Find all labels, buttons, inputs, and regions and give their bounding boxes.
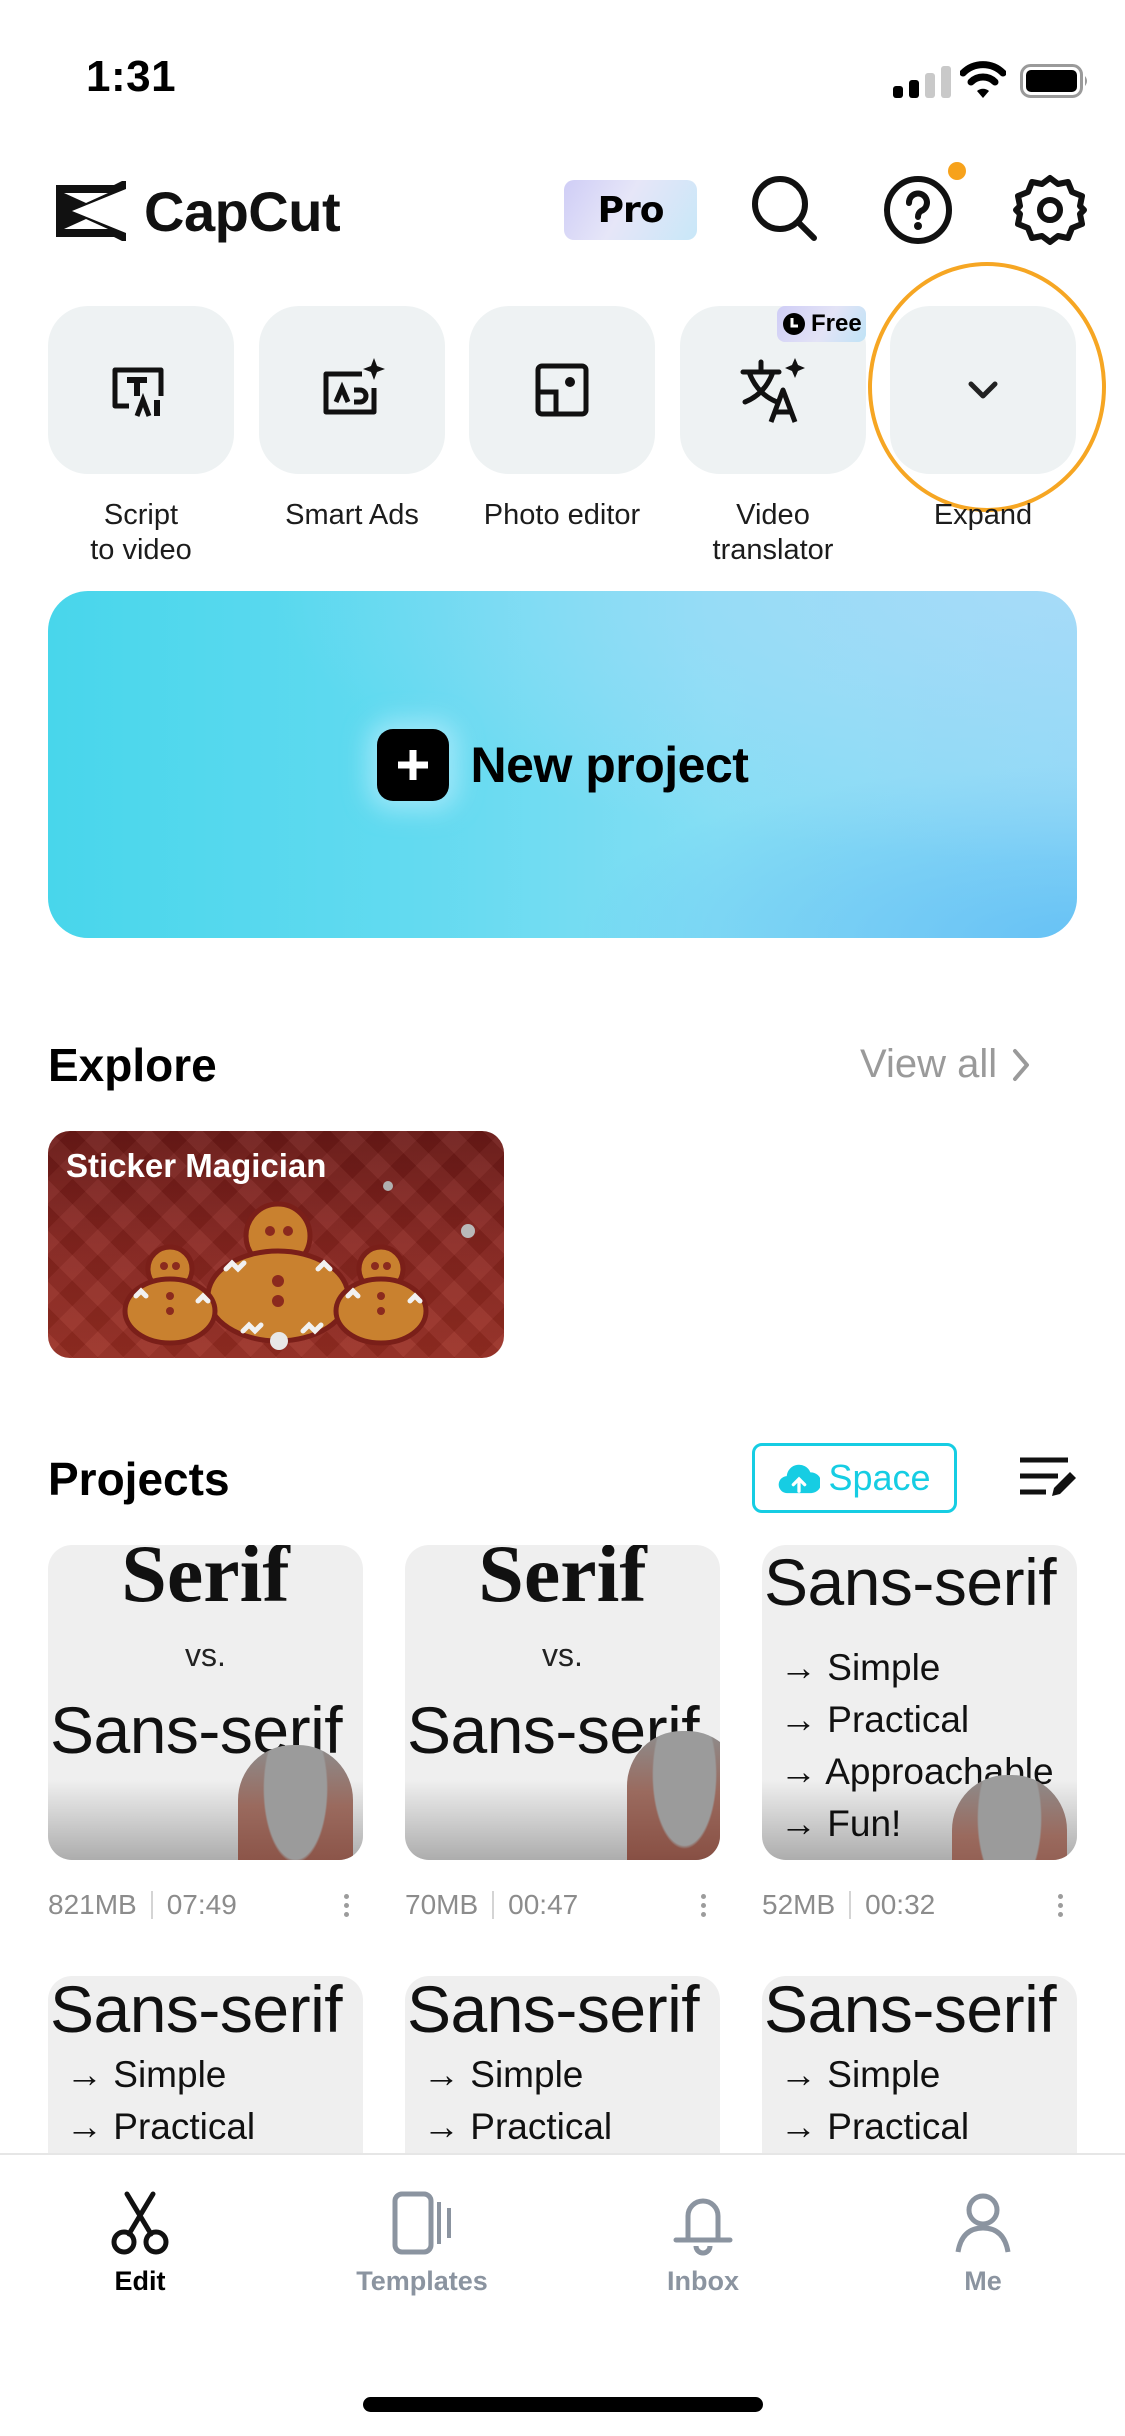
nav-label-edit: Edit: [114, 2266, 166, 2296]
tool-label-smart-ads: Smart Ads: [285, 499, 419, 531]
space-button[interactable]: Space: [752, 1443, 957, 1513]
search-button[interactable]: [748, 172, 824, 248]
thumb-text: Serif: [478, 1545, 647, 1619]
clock-icon: [783, 313, 805, 335]
wifi-icon: [960, 61, 1006, 98]
thumb-text: vs.: [542, 1637, 583, 1673]
settings-gear-icon: [1013, 175, 1087, 245]
tool-label-video-translator: Video translator: [712, 499, 834, 566]
free-badge: Free: [777, 306, 866, 342]
person-icon: [955, 2193, 1011, 2253]
script-ai-icon: [112, 367, 164, 417]
project-size: 821MB: [48, 1889, 137, 1920]
thumb-text: → Simple: [66, 2054, 227, 2095]
project-meta: 52MB 00:32: [762, 1883, 1077, 1927]
project-meta: 821MB 07:49: [48, 1883, 363, 1927]
project-card[interactable]: Serif vs. Sans-serif: [48, 1545, 363, 1860]
nav-tab-me[interactable]: Me: [883, 2190, 1083, 2297]
tool-script-to-video[interactable]: [48, 306, 234, 474]
explore-card-sticker-magician[interactable]: Sticker Magician: [48, 1131, 504, 1358]
tool-label-expand: Expand: [933, 499, 1033, 531]
thumb-text: → Simple: [423, 2054, 584, 2095]
help-icon: [884, 176, 952, 244]
view-all-link[interactable]: View all: [860, 1042, 1031, 1087]
nav-tab-inbox[interactable]: Inbox: [603, 2190, 803, 2297]
home-indicator[interactable]: [363, 2397, 763, 2412]
explore-card-title: Sticker Magician: [66, 1147, 327, 1184]
thumb-text: Sans-serif: [407, 1976, 700, 2046]
nav-tab-templates[interactable]: Templates: [322, 2190, 522, 2297]
cellular-signal-icon: [893, 66, 951, 98]
project-size: 70MB: [405, 1889, 479, 1920]
templates-icon: [392, 2191, 451, 2255]
thumb-text: → Practical: [780, 2106, 970, 2147]
project-size: 52MB: [762, 1889, 836, 1920]
thumb-person: [627, 1731, 720, 1860]
project-card[interactable]: Serif vs. Sans-serif: [405, 1545, 720, 1860]
project-duration: 07:49: [166, 1889, 237, 1920]
more-options-icon[interactable]: [341, 1893, 351, 1917]
capcut-logo-mark-icon: [56, 181, 126, 241]
free-badge-label: Free: [811, 310, 862, 337]
chevron-right-icon: [1013, 1048, 1030, 1081]
thumb-text: → Practical: [780, 1699, 970, 1740]
battery-icon: [1020, 64, 1087, 98]
ads-sparkle-icon: [323, 358, 385, 415]
edit-projects-button[interactable]: [1018, 1456, 1078, 1505]
settings-button[interactable]: [1012, 172, 1088, 248]
capcut-logo: CapCut: [52, 179, 341, 243]
space-button-label: Space: [828, 1457, 931, 1498]
new-project-label: New project: [470, 736, 749, 793]
pro-badge-label: Pro: [597, 189, 665, 231]
chevron-down-icon: [968, 381, 998, 399]
thumb-text: Sans-serif: [764, 1976, 1057, 2046]
nav-tab-edit[interactable]: Edit: [40, 2190, 240, 2297]
project-card[interactable]: Sans-serif → Simple → Practical → Approa…: [762, 1545, 1077, 1860]
thumb-text: → Simple: [780, 1647, 941, 1688]
translate-icon: [740, 358, 805, 423]
brand-name: CapCut: [144, 179, 341, 243]
project-duration: 00:32: [865, 1889, 936, 1920]
notification-dot: [948, 162, 966, 180]
tool-expand[interactable]: [890, 306, 1076, 474]
plus-icon: [376, 728, 449, 801]
more-options-icon[interactable]: [698, 1893, 708, 1917]
thumb-text: → Practical: [66, 2106, 256, 2147]
tool-smart-ads[interactable]: [259, 306, 445, 474]
tool-label-script-to-video: Script to video: [90, 499, 192, 566]
photo-editor-icon: [535, 363, 589, 417]
thumb-text: vs.: [185, 1637, 226, 1673]
thumb-text: → Simple: [780, 2054, 941, 2095]
view-all-label: View all: [860, 1042, 998, 1086]
thumb-text: Serif: [121, 1545, 290, 1619]
projects-title: Projects: [48, 1453, 230, 1505]
tool-label-photo-editor: Photo editor: [483, 499, 641, 531]
scissors-icon: [111, 2191, 169, 2255]
help-button[interactable]: [880, 172, 956, 248]
cloud-upload-icon: [779, 1464, 821, 1494]
thumb-person: [238, 1745, 353, 1860]
thumb-text: → Practical: [423, 2106, 613, 2147]
more-options-icon[interactable]: [1055, 1893, 1065, 1917]
thumb-text: Sans-serif: [50, 1976, 343, 2046]
project-meta: 70MB 00:47: [405, 1883, 720, 1927]
nav-label-me: Me: [964, 2266, 1002, 2296]
nav-label-templates: Templates: [356, 2266, 488, 2296]
bell-icon: [673, 2198, 733, 2256]
project-duration: 00:47: [508, 1889, 579, 1920]
thumb-text: Sans-serif: [764, 1545, 1057, 1619]
edit-list-icon: [1020, 1457, 1076, 1496]
new-project-button[interactable]: New project: [48, 591, 1077, 938]
search-icon: [752, 176, 817, 241]
explore-title: Explore: [48, 1039, 217, 1091]
nav-label-inbox: Inbox: [667, 2266, 739, 2296]
pro-badge-button[interactable]: Pro: [564, 180, 697, 240]
tool-photo-editor[interactable]: [469, 306, 655, 474]
status-time: 1:31: [86, 52, 177, 101]
